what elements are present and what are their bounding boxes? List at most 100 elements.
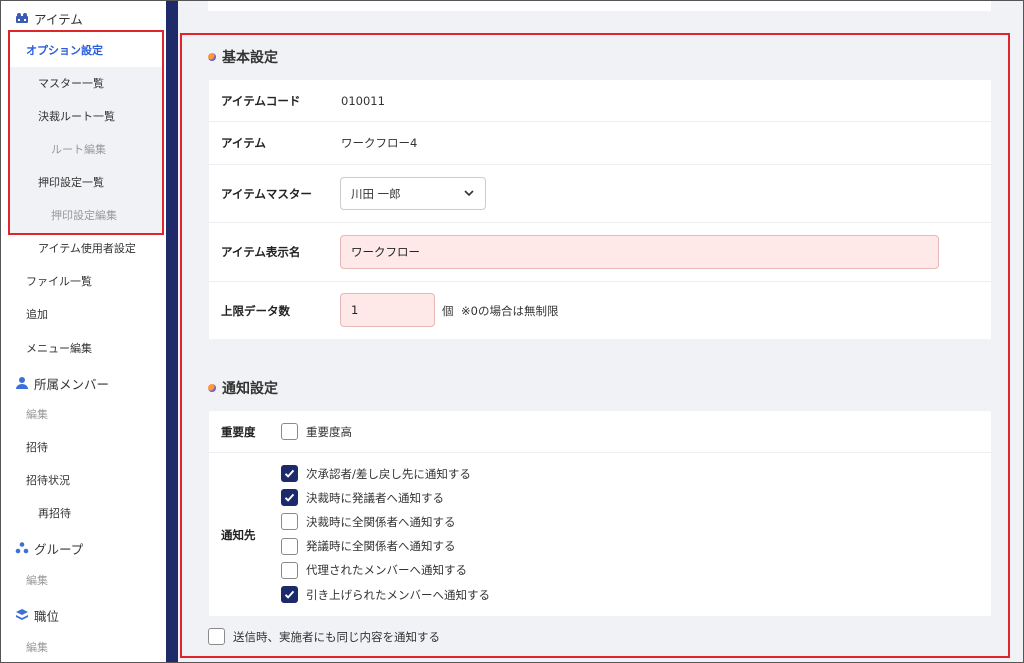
- sidebar-scrollbar[interactable]: [166, 1, 178, 662]
- sidebar-item-seal-edit[interactable]: 押印設定編集: [1, 201, 165, 229]
- limit-label: 上限データ数: [221, 303, 290, 318]
- importance-checkbox-row[interactable]: 重要度高: [281, 423, 352, 440]
- sidebar-item-label: 編集: [26, 641, 48, 654]
- sidebar-item-label: 招待状況: [26, 474, 70, 487]
- importance-label: 重要度: [221, 424, 256, 439]
- sidebar-item-label: 押印設定編集: [51, 209, 117, 222]
- importance-row: 重要度 重要度高: [209, 411, 991, 453]
- display-name-label: アイテム表示名: [221, 245, 301, 259]
- target-checkbox-row[interactable]: 決裁時に全関係者へ通知する: [281, 513, 456, 531]
- item-code-label: アイテムコード: [221, 93, 301, 108]
- item-master-label: アイテムマスター: [221, 186, 312, 201]
- item-label: アイテム: [221, 136, 266, 150]
- sidebar-item-label: 再招待: [38, 507, 71, 520]
- sidebar-item-add[interactable]: 追加: [1, 300, 165, 328]
- layers-icon: [15, 608, 29, 622]
- display-name-input[interactable]: ワークフロー: [340, 235, 939, 269]
- sidebar-section-position[interactable]: 職位: [1, 601, 165, 629]
- sidebar-item-label: ルート編集: [51, 143, 106, 156]
- sidebar-item-label: メニュー編集: [26, 342, 92, 355]
- sidebar-item-label: 編集: [26, 574, 48, 587]
- top-card: [208, 1, 991, 11]
- sidebar-item-label: 押印設定一覧: [38, 176, 104, 189]
- person-icon: [15, 376, 29, 390]
- limit-note: ※0の場合は無制限: [461, 303, 559, 318]
- sidebar-item-members-edit[interactable]: 編集: [1, 400, 165, 428]
- sidebar-section-members[interactable]: 所属メンバー: [1, 369, 165, 397]
- main-content: 基本設定 アイテムコード 010011 アイテム ワークフロー4 アイテムマスタ…: [178, 1, 1023, 662]
- item-master-selected: 川田 一郎: [351, 186, 401, 201]
- checkbox-checked[interactable]: [281, 586, 298, 603]
- importance-checkbox[interactable]: [281, 423, 298, 440]
- item-code-value: 010011: [341, 93, 385, 108]
- limit-unit: 個: [442, 303, 454, 318]
- section-dot-icon: [208, 53, 216, 61]
- app-frame: アイテム オプション設定 マスター一覧 決裁ルート一覧 ルート編集 押印設定一覧…: [0, 0, 1024, 663]
- importance-option-label: 重要度高: [306, 424, 352, 439]
- sidebar-section-members-label: 所属メンバー: [34, 376, 110, 392]
- sidebar-item-reinvite[interactable]: 再招待: [1, 499, 165, 527]
- target-checkbox-label: 決裁時に発議者へ通知する: [306, 490, 444, 505]
- basic-settings-title: 基本設定: [208, 47, 278, 67]
- sidebar-item-label: オプション設定: [26, 44, 103, 57]
- send-same-label: 送信時、実施者にも同じ内容を通知する: [233, 629, 440, 644]
- item-code-row: アイテムコード 010011: [209, 80, 991, 122]
- sidebar-item-group-edit[interactable]: 編集: [1, 566, 165, 594]
- sidebar-item-menu-edit[interactable]: メニュー編集: [1, 334, 165, 362]
- target-checkbox-row[interactable]: 次承認者/差し戻し先に通知する: [281, 465, 471, 482]
- sidebar-item-label: マスター一覧: [38, 77, 104, 90]
- item-icon: [15, 11, 29, 25]
- checkbox-checked[interactable]: [281, 489, 298, 507]
- target-checkbox-row[interactable]: 引き上げられたメンバーへ通知する: [281, 586, 490, 603]
- limit-input[interactable]: 1: [340, 293, 435, 327]
- targets-row: 通知先 次承認者/差し戻し先に通知する 決裁時に発議者へ通知する 決裁時に全関係者へ…: [209, 453, 991, 616]
- target-checkbox-row[interactable]: 決裁時に発議者へ通知する: [281, 489, 444, 507]
- item-row: アイテム ワークフロー4: [209, 122, 991, 165]
- target-checkbox-label: 決裁時に全関係者へ通知する: [306, 514, 456, 529]
- target-checkbox-label: 代理されたメンバーへ通知する: [306, 563, 467, 578]
- send-same-checkbox[interactable]: [208, 628, 225, 645]
- sidebar: アイテム オプション設定 マスター一覧 決裁ルート一覧 ルート編集 押印設定一覧…: [1, 1, 165, 662]
- target-checkbox-row[interactable]: 発議時に全関係者へ通知する: [281, 537, 456, 555]
- checkbox-checked[interactable]: [281, 465, 298, 482]
- sidebar-item-option-settings[interactable]: オプション設定: [1, 36, 165, 64]
- sidebar-section-group[interactable]: グループ: [1, 534, 165, 562]
- sidebar-item-file-list[interactable]: ファイル一覧: [1, 267, 165, 295]
- sidebar-section-position-label: 職位: [34, 608, 60, 624]
- section-title-text: 基本設定: [222, 50, 278, 66]
- sidebar-item-label: 決裁ルート一覧: [38, 110, 115, 123]
- sidebar-item-item-user-settings[interactable]: アイテム使用者設定: [1, 234, 165, 262]
- sidebar-item-position-edit[interactable]: 編集: [1, 633, 165, 661]
- checkbox-unchecked[interactable]: [281, 537, 298, 555]
- sidebar-item-label: ファイル一覧: [26, 275, 92, 288]
- sidebar-item-route-edit[interactable]: ルート編集: [1, 135, 165, 163]
- chevron-down-icon: [463, 187, 475, 199]
- sidebar-item-label: 招待: [26, 441, 48, 454]
- target-checkbox-label: 発議時に全関係者へ通知する: [306, 539, 456, 554]
- sidebar-item-label: 追加: [26, 308, 48, 321]
- sidebar-item-label: 編集: [26, 408, 48, 421]
- section-title-text: 通知設定: [222, 381, 278, 397]
- send-same-row[interactable]: 送信時、実施者にも同じ内容を通知する: [208, 628, 440, 645]
- target-checkbox-label: 次承認者/差し戻し先に通知する: [306, 466, 471, 481]
- sidebar-item-invite-status[interactable]: 招待状況: [1, 466, 165, 494]
- target-checkbox-label: 引き上げられたメンバーへ通知する: [306, 587, 490, 602]
- sidebar-item-label: アイテム使用者設定: [38, 242, 136, 255]
- item-master-row: アイテムマスター 川田 一郎: [209, 165, 991, 223]
- checkbox-unchecked[interactable]: [281, 513, 298, 531]
- limit-value: 1: [351, 303, 359, 317]
- checkbox-unchecked[interactable]: [281, 561, 298, 579]
- sidebar-item-invite[interactable]: 招待: [1, 433, 165, 461]
- sidebar-item-master-list[interactable]: マスター一覧: [1, 69, 165, 97]
- sidebar-item-seal-list[interactable]: 押印設定一覧: [1, 168, 165, 196]
- target-checkbox-row[interactable]: 代理されたメンバーへ通知する: [281, 561, 467, 579]
- section-dot-icon: [208, 384, 216, 392]
- sidebar-section-item[interactable]: アイテム: [1, 4, 165, 32]
- item-value: ワークフロー4: [341, 136, 418, 150]
- group-icon: [15, 541, 29, 555]
- display-name-row: アイテム表示名 ワークフロー: [209, 223, 991, 282]
- item-master-select[interactable]: 川田 一郎: [340, 177, 486, 210]
- sidebar-item-approval-route-list[interactable]: 決裁ルート一覧: [1, 102, 165, 130]
- sidebar-section-item-label: アイテム: [34, 11, 83, 27]
- targets-label: 通知先: [221, 528, 256, 542]
